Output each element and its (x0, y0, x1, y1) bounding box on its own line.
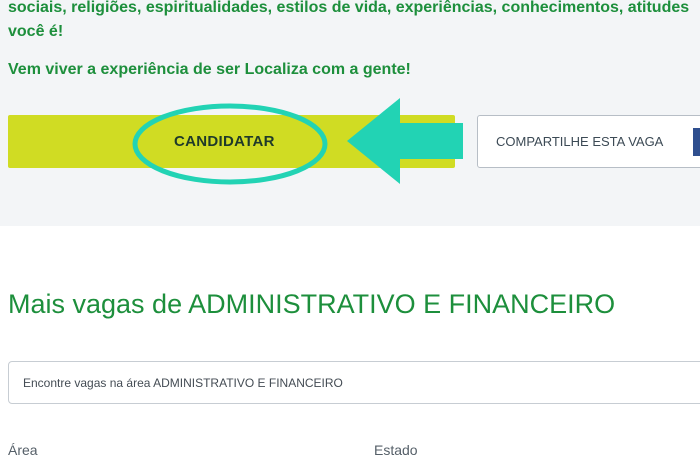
job-description-line: sociais, religiões, espiritualidades, es… (8, 0, 690, 16)
apply-button-label: CANDIDATAR (174, 133, 275, 150)
area-filter-label: Área (8, 442, 38, 458)
job-details-band: sociais, religiões, espiritualidades, es… (0, 0, 700, 226)
annotation-overlay (132, 98, 463, 185)
job-invitation-text: Vem viver a experiência de ser Localiza … (8, 61, 411, 78)
more-jobs-title: Mais vagas de ADMINISTRATIVO E FINANCEIR… (8, 289, 616, 319)
facebook-icon (693, 128, 700, 156)
share-button-label: COMPARTILHE ESTA VAGA (496, 134, 664, 149)
apply-button[interactable]: CANDIDATAR (8, 115, 455, 168)
job-description-line: você é! (8, 23, 64, 40)
job-search-input[interactable] (8, 361, 700, 404)
state-filter-label: Estado (374, 442, 418, 458)
share-job-button[interactable]: COMPARTILHE ESTA VAGA (477, 115, 700, 168)
